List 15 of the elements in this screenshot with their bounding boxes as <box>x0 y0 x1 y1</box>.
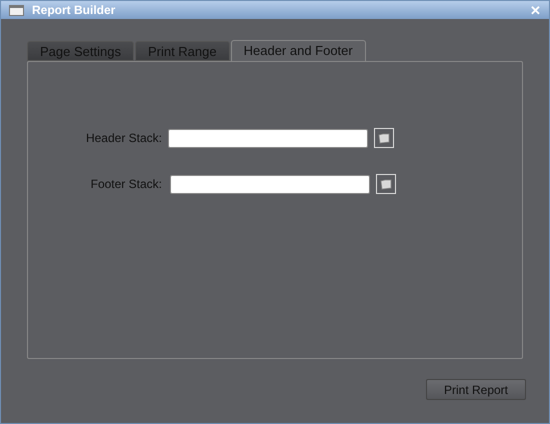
text-field[interactable] <box>168 128 368 148</box>
browse-button[interactable] <box>374 128 394 148</box>
print-report-button[interactable]: Print Report <box>426 379 526 400</box>
close-button[interactable]: ✕ <box>530 4 541 16</box>
tab[interactable]: Page Settings <box>27 41 134 61</box>
text-field[interactable] <box>170 174 370 194</box>
folder-icon <box>380 178 392 190</box>
field-label: Header Stack: <box>84 130 162 147</box>
window-title: Report Builder <box>32 2 116 19</box>
tab[interactable]: Print Range <box>134 41 230 61</box>
browse-button[interactable] <box>376 174 396 194</box>
field-label: Footer Stack: <box>90 176 162 193</box>
folder-icon <box>378 132 390 144</box>
window-icon <box>9 4 24 16</box>
tab[interactable]: Header and Footer <box>230 40 366 61</box>
